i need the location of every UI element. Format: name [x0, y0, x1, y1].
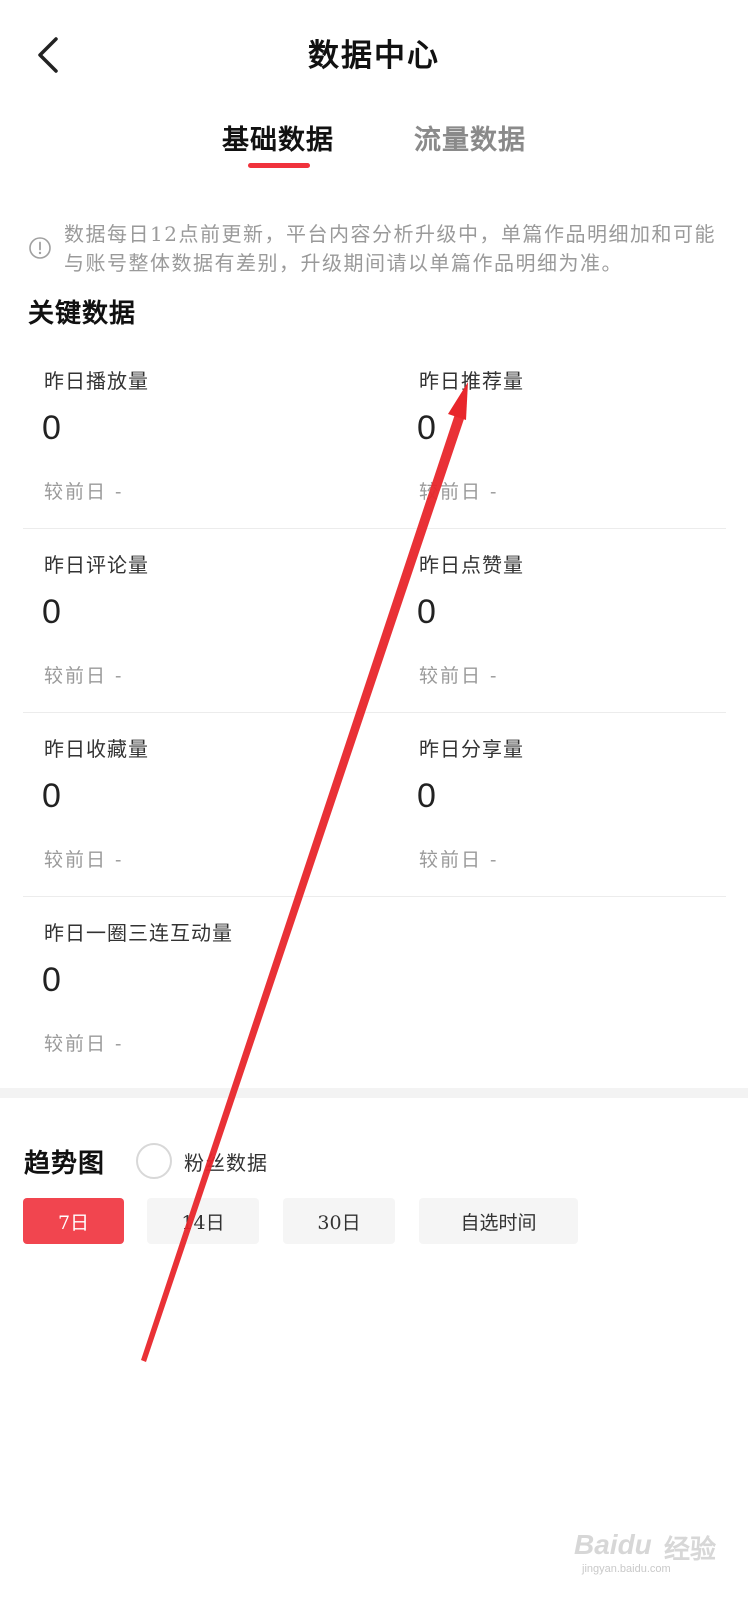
metric-label: 昨日收藏量	[44, 737, 149, 761]
tab-basic-data[interactable]: 基础数据	[222, 118, 334, 157]
range-14-days-button[interactable]: 14日	[147, 1198, 259, 1244]
metric-compare: 较前日 -	[44, 1033, 124, 1055]
metric-compare: 较前日 -	[419, 481, 499, 503]
trend-title: 趋势图	[24, 1149, 106, 1179]
metric-compare: 较前日 -	[419, 665, 499, 687]
metric-label: 昨日一圈三连互动量	[44, 921, 233, 945]
metric-triple-interactions[interactable]: 昨日一圈三连互动量 0 较前日 -	[42, 897, 374, 1081]
metric-value: 0	[417, 777, 436, 815]
fans-data-label[interactable]: 粉丝数据	[184, 1147, 268, 1176]
baidu-jingyan-watermark: Baidu 经验 jingyan.baidu.com	[560, 1515, 740, 1575]
metrics-row: 昨日收藏量 0 较前日 - 昨日分享量 0 较前日 -	[23, 713, 726, 897]
watermark-product: 经验	[664, 1535, 717, 1565]
page-title: 数据中心	[308, 38, 440, 74]
metric-value: 0	[42, 593, 61, 631]
info-circle-icon	[29, 237, 51, 259]
header: 数据中心	[0, 0, 748, 110]
update-notice: 数据每日12点前更新，平台内容分析升级中，单篇作品明细加和可能与账号整体数据有差…	[28, 220, 728, 278]
metric-label: 昨日评论量	[44, 553, 149, 577]
metric-label: 昨日分享量	[419, 737, 524, 761]
metric-shares[interactable]: 昨日分享量 0 较前日 -	[417, 713, 748, 897]
metric-compare: 较前日 -	[44, 481, 124, 503]
watermark-url: jingyan.baidu.com	[582, 1563, 671, 1575]
metrics-row: 昨日评论量 0 较前日 - 昨日点赞量 0 较前日 -	[23, 529, 726, 713]
key-data-title: 关键数据	[28, 299, 137, 329]
section-divider	[0, 1088, 748, 1098]
metrics-row: 昨日一圈三连互动量 0 较前日 -	[23, 897, 726, 1081]
metric-comments[interactable]: 昨日评论量 0 较前日 -	[42, 529, 374, 713]
notice-text: 数据每日12点前更新，平台内容分析升级中，单篇作品明细加和可能与账号整体数据有差…	[64, 222, 716, 275]
metrics-row: 昨日播放量 0 较前日 - 昨日推荐量 0 较前日 -	[23, 345, 726, 529]
metric-value: 0	[42, 409, 61, 447]
range-custom-button[interactable]: 自选时间	[419, 1198, 578, 1244]
metric-compare: 较前日 -	[419, 849, 499, 871]
key-metrics-grid: 昨日播放量 0 较前日 - 昨日推荐量 0 较前日 - 昨日评论量 0 较前日 …	[23, 345, 726, 1081]
metric-value: 0	[42, 777, 61, 815]
range-30-days-button[interactable]: 30日	[283, 1198, 395, 1244]
metric-value: 0	[417, 409, 436, 447]
tab-bar: 基础数据 流量数据	[0, 118, 748, 178]
metric-value: 0	[42, 961, 61, 999]
metric-likes[interactable]: 昨日点赞量 0 较前日 -	[417, 529, 748, 713]
active-tab-indicator	[248, 163, 310, 168]
metric-label: 昨日点赞量	[419, 553, 524, 577]
metric-plays[interactable]: 昨日播放量 0 较前日 -	[42, 345, 374, 529]
metric-label: 昨日推荐量	[419, 369, 524, 393]
metric-favorites[interactable]: 昨日收藏量 0 较前日 -	[42, 713, 374, 897]
range-7-days-button[interactable]: 7日	[23, 1198, 124, 1244]
fans-data-radio[interactable]	[136, 1143, 172, 1179]
metric-label: 昨日播放量	[44, 369, 149, 393]
metric-compare: 较前日 -	[44, 849, 124, 871]
metric-compare: 较前日 -	[44, 665, 124, 687]
tab-traffic-data[interactable]: 流量数据	[414, 118, 526, 157]
metric-recommendations[interactable]: 昨日推荐量 0 较前日 -	[417, 345, 748, 529]
watermark-brand: Baidu	[574, 1529, 652, 1560]
metric-value: 0	[417, 593, 436, 631]
